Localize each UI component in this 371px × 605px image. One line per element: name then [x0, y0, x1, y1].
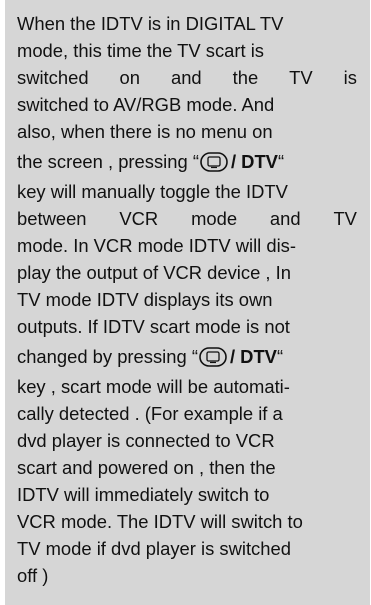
text-line: outputs. If IDTV scart mode is not [17, 316, 290, 337]
text-line-with-key: the screen , pressing “ / DTV “ [17, 145, 362, 178]
text-line: switched to AV/RGB mode. And [17, 94, 275, 115]
key-label: / DTV [230, 151, 278, 172]
text-line-justified: between VCR mode and TV [17, 205, 357, 232]
word: between [17, 208, 87, 229]
word: TV [289, 67, 313, 88]
word: the [232, 67, 259, 88]
word: mode [191, 208, 238, 229]
text-segment: “ [277, 151, 285, 172]
word: VCR [119, 208, 159, 229]
text-segment: “ [276, 346, 284, 367]
text-line: scart and powered on , then the [17, 457, 276, 478]
key-label: / DTV [229, 346, 277, 367]
tv-button-icon [200, 151, 228, 172]
text-line-with-key: changed by pressing “ / DTV “ [17, 340, 362, 373]
text-line: When the IDTV is in DIGITAL TV [17, 13, 284, 34]
text-line: mode. In VCR mode IDTV will dis- [17, 235, 297, 256]
text-line: IDTV will immediately switch to [17, 484, 270, 505]
text-line: TV mode IDTV displays its own [17, 289, 273, 310]
word: and [269, 208, 301, 229]
word: and [170, 67, 202, 88]
manual-text-panel: When the IDTV is in DIGITAL TV mode, thi… [5, 0, 370, 605]
text-line-justified: switched on and the TV is [17, 64, 357, 91]
word: is [343, 67, 357, 88]
text-line: key will manually toggle the IDTV [17, 181, 288, 202]
text-line: dvd player is connected to VCR [17, 430, 275, 451]
text-line: also, when there is no menu on [17, 121, 273, 142]
text-line: VCR mode. The IDTV will switch to [17, 511, 303, 532]
text-line: play the output of VCR device , In [17, 262, 291, 283]
text-segment: changed by pressing “ [17, 346, 198, 367]
text-line: mode, this time the TV scart is [17, 40, 264, 61]
word: TV [333, 208, 357, 229]
word: switched [17, 67, 89, 88]
text-segment: the screen , pressing “ [17, 151, 199, 172]
text-line: cally detected . (For example if a [17, 403, 283, 424]
word: on [119, 67, 140, 88]
text-line: TV mode if dvd player is switched [17, 538, 291, 559]
tv-button-icon [199, 346, 227, 367]
text-line: key , scart mode will be automati- [17, 376, 290, 397]
text-line: off ) [17, 565, 49, 586]
